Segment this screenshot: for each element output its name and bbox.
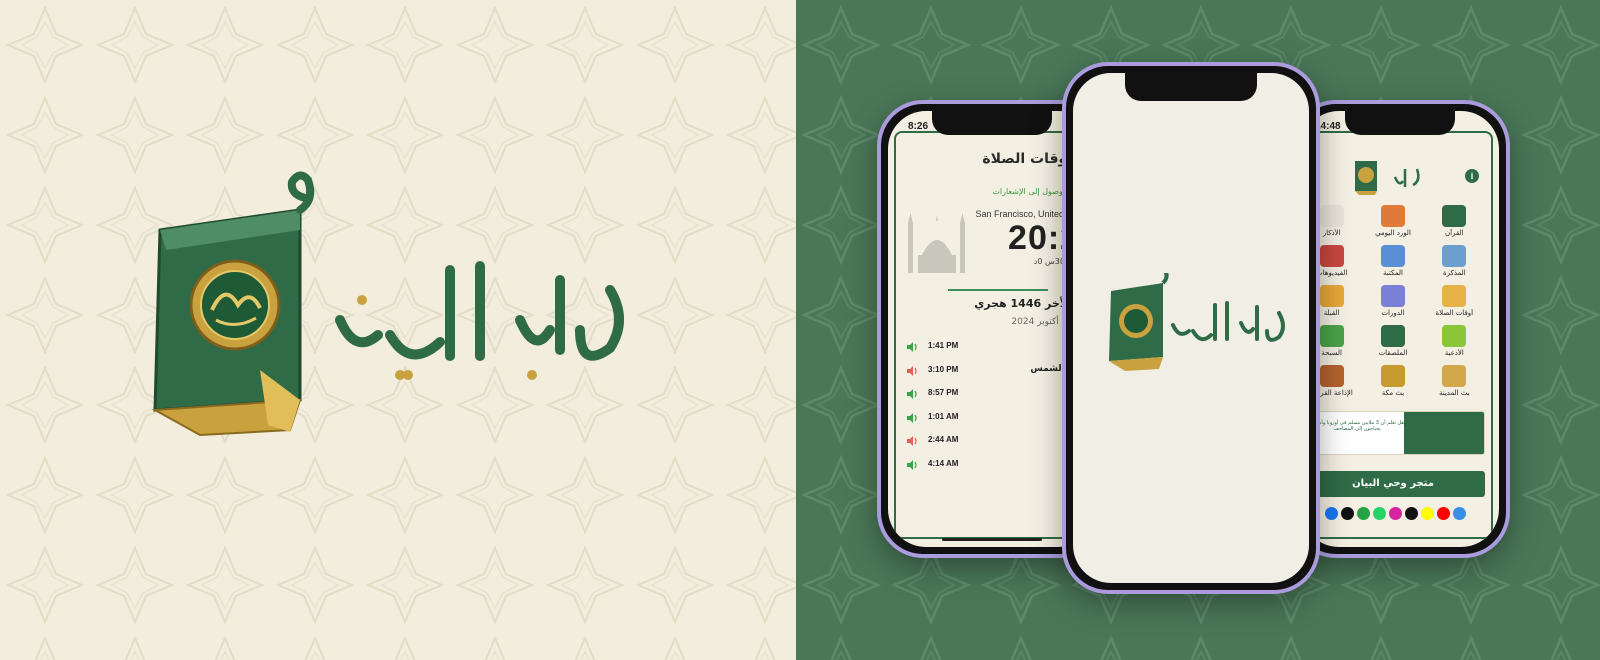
makkah-live-icon [1380, 365, 1405, 387]
feature-tile[interactable]: الملصقات [1362, 325, 1423, 361]
feature-label: المكتبة [1383, 269, 1403, 277]
speaker-on-icon[interactable] [906, 341, 918, 353]
feature-label: المذكرة [1442, 269, 1466, 277]
app-logo-splash [1109, 273, 1285, 371]
radio-icon [1319, 365, 1344, 387]
speaker-on-icon[interactable] [906, 412, 918, 424]
snapchat-icon[interactable] [1420, 507, 1434, 520]
speaker-on-icon[interactable] [906, 388, 918, 400]
phone-splash [1062, 62, 1320, 594]
prayer-time: 1:01 AM [928, 411, 959, 421]
feature-tile[interactable]: الأدعية [1424, 325, 1485, 361]
feature-tile[interactable]: الورد اليومي [1362, 205, 1423, 241]
prayer-time: 3:10 PM [928, 364, 959, 374]
store-button[interactable]: متجر وحي البيان [1301, 471, 1485, 497]
app-logo [151, 171, 624, 437]
prayer-time: 4:14 AM [928, 458, 959, 468]
email-icon[interactable] [1452, 507, 1466, 520]
notch [1345, 111, 1455, 135]
feature-label: بث المدينة [1438, 389, 1470, 397]
x-icon[interactable] [1404, 507, 1418, 520]
prayer-times-icon [1442, 285, 1467, 307]
duaa-icon [1442, 325, 1467, 347]
phone-home: 14:48 ⚙ i الأذكار الورد اليومي القرآن ال… [1290, 100, 1510, 558]
feature-tile[interactable]: أوقات الصلاة [1424, 285, 1485, 321]
whatsapp-icon[interactable] [1372, 507, 1386, 520]
home-screen: 14:48 ⚙ i الأذكار الورد اليومي القرآن ال… [1301, 111, 1499, 547]
instagram-icon[interactable] [1388, 507, 1402, 520]
phone-icon[interactable] [1356, 507, 1370, 520]
notes-icon [1442, 245, 1467, 267]
banner-photo [1403, 412, 1484, 454]
qibla-icon [1319, 285, 1344, 307]
donation-banner[interactable]: هل تعلم أن 3 ملايين مسلم في أوروبا وأمري… [1301, 411, 1485, 455]
feature-label: الورد اليومي [1375, 229, 1411, 237]
prayer-time: 1:41 PM [928, 341, 959, 350]
app-logo-small [1355, 161, 1420, 195]
speaker-on-icon[interactable] [906, 459, 918, 471]
speaker-off-icon[interactable] [906, 365, 918, 377]
promo-banner: 8:26 أوقات الصلاة ضمان الوصول إلى الإشعا… [0, 0, 1600, 660]
feature-tile[interactable]: القرآن [1424, 205, 1485, 241]
feature-label: أوقات الصلاة [1435, 309, 1474, 317]
azkar-icon [1319, 205, 1344, 227]
feature-label: القرآن [1445, 229, 1464, 237]
info-icon[interactable]: i [1465, 169, 1479, 183]
speaker-off-icon[interactable] [906, 435, 918, 447]
feature-tile[interactable]: الدورات [1362, 285, 1423, 321]
divider [948, 289, 1048, 291]
prayer-time: 8:57 PM [928, 388, 959, 397]
wird-icon [1380, 205, 1405, 227]
mosque-icon [908, 213, 965, 273]
social-links [1305, 507, 1485, 520]
library-icon [1380, 245, 1405, 267]
youtube-icon[interactable] [1436, 507, 1450, 520]
tiktok-icon[interactable] [1340, 507, 1354, 520]
banner-text: هل تعلم أن 3 ملايين مسلم في أوروبا وأمري… [1310, 420, 1404, 432]
feature-grid: الأذكار الورد اليومي القرآن الفيديوهات ا… [1301, 205, 1485, 401]
screen-title: أوقات الصلاة [982, 151, 1072, 167]
feature-tile[interactable]: بث المدينة [1424, 365, 1485, 401]
feature-label: الملصقات [1378, 349, 1408, 357]
courses-icon [1380, 285, 1405, 307]
prayer-time: 2:44 AM [928, 435, 959, 444]
feature-label: الأدعية [1444, 349, 1464, 357]
feature-label: الدورات [1381, 309, 1405, 317]
splash-screen [1073, 73, 1309, 583]
quran-icon [1442, 205, 1467, 227]
feature-tile[interactable]: بث مكة [1362, 365, 1423, 401]
tasbih-icon [1319, 325, 1344, 347]
videos-icon [1319, 245, 1344, 267]
stickers-icon [1380, 325, 1405, 347]
feature-label: بث مكة [1381, 389, 1405, 397]
left-panel [0, 0, 796, 660]
feature-tile[interactable]: المكتبة [1362, 245, 1423, 281]
notch [932, 111, 1052, 135]
notch [1125, 73, 1257, 101]
home-indicator [942, 538, 1042, 541]
madinah-live-icon [1442, 365, 1467, 387]
feature-tile[interactable]: المذكرة [1424, 245, 1485, 281]
facebook-icon[interactable] [1324, 507, 1338, 520]
